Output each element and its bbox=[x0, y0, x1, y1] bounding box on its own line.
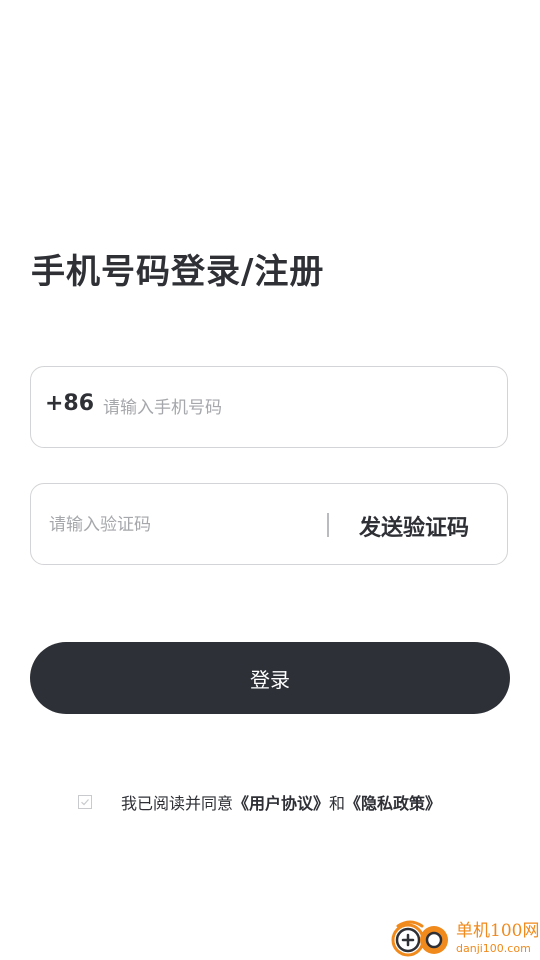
phone-field[interactable]: +86 bbox=[30, 366, 508, 448]
login-page: 手机号码登录/注册 +86 发送验证码 登录 我已阅读并同意 《用户协议》 和 … bbox=[0, 0, 540, 960]
agreement-conjunction: 和 bbox=[329, 794, 346, 813]
verification-code-input[interactable] bbox=[49, 510, 319, 540]
login-button[interactable]: 登录 bbox=[30, 642, 510, 714]
agreement-checkbox[interactable] bbox=[78, 795, 92, 809]
watermark-name: 单机100网 bbox=[456, 920, 540, 941]
send-code-button[interactable]: 发送验证码 bbox=[359, 510, 469, 542]
watermark-domain: danji100.com bbox=[456, 941, 531, 955]
page-title: 手机号码登录/注册 bbox=[31, 252, 325, 292]
field-divider bbox=[327, 513, 329, 537]
privacy-policy-link[interactable]: 《隐私政策》 bbox=[345, 790, 441, 814]
user-agreement-link[interactable]: 《用户协议》 bbox=[233, 790, 329, 814]
check-icon bbox=[81, 799, 89, 806]
agreement-prefix: 我已阅读并同意 bbox=[121, 794, 234, 813]
danji100-logo-icon bbox=[391, 920, 448, 957]
watermark: 单机100网 danji100.com bbox=[390, 916, 540, 960]
phone-input[interactable] bbox=[103, 393, 483, 423]
agreement-row: 我已阅读并同意 《用户协议》 和 《隐私政策》 bbox=[78, 790, 441, 814]
country-code[interactable]: +86 bbox=[45, 391, 94, 416]
verification-code-field[interactable]: 发送验证码 bbox=[30, 483, 508, 565]
